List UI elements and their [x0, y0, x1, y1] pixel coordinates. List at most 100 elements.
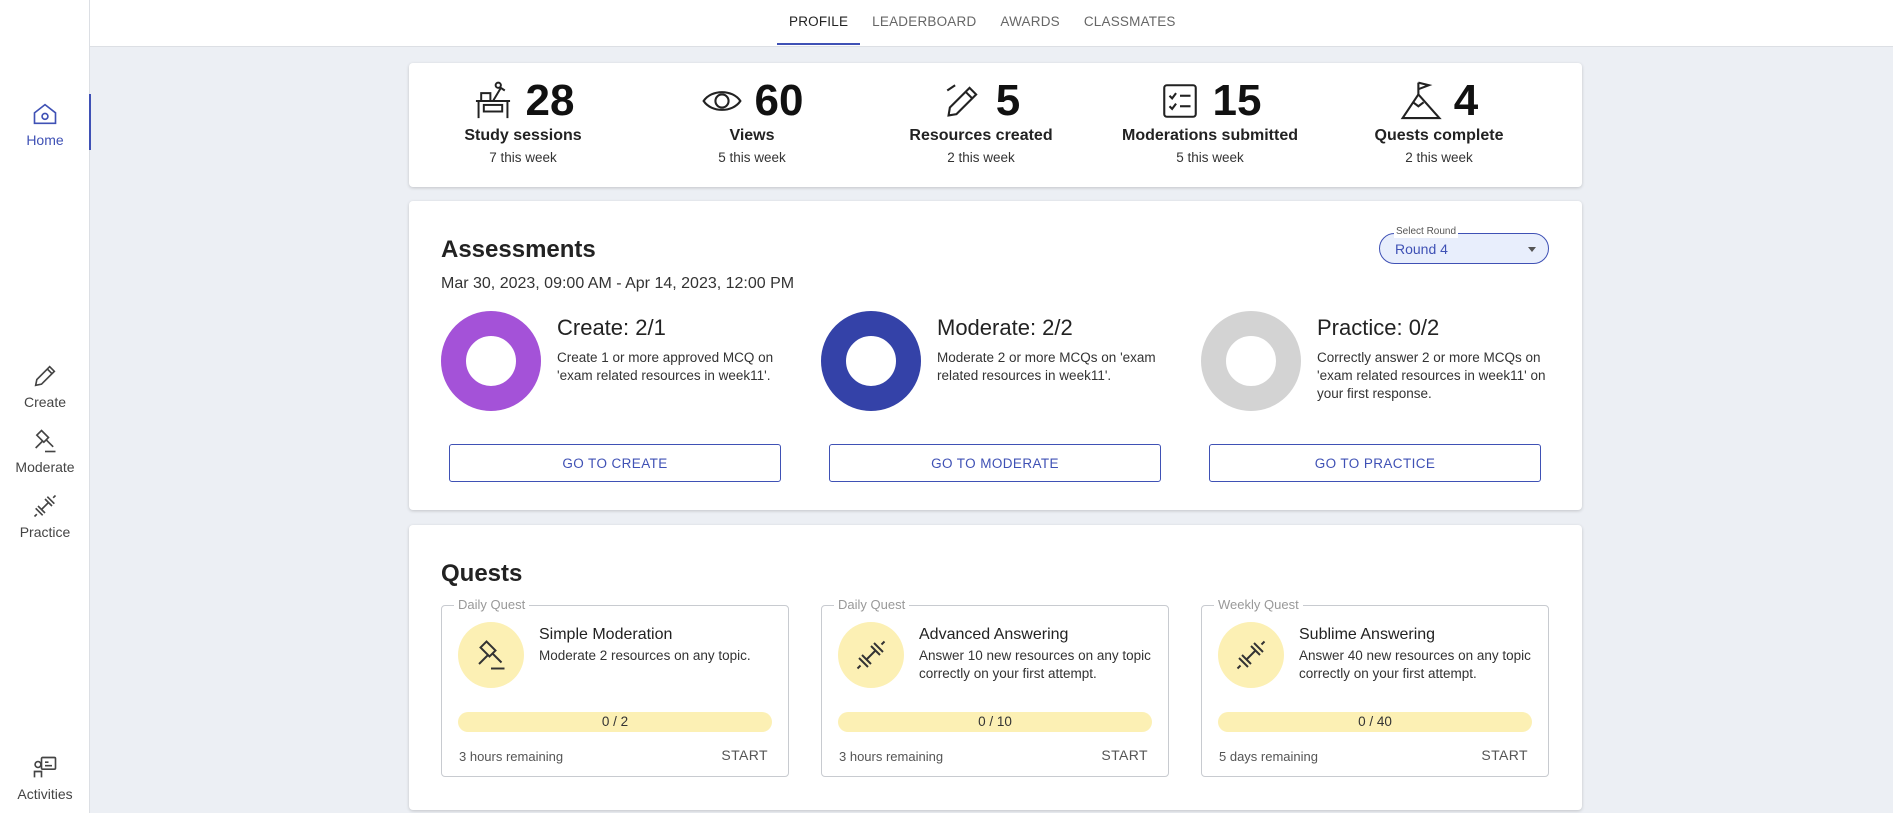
task-title: Create: 2/1 [557, 315, 666, 340]
mountain-flag-icon [1400, 81, 1442, 120]
quest-type: Daily Quest [834, 597, 910, 612]
stat-value: 60 [754, 76, 804, 125]
stat-quests-complete: 4 Quests complete 2 this week [1325, 76, 1553, 165]
stat-sub: 2 this week [947, 150, 1015, 165]
stats-card: 28 Study sessions 7 this week 60 Views 5… [409, 63, 1582, 187]
chevron-down-icon [1528, 247, 1536, 252]
quest-title: Simple Moderation [539, 626, 673, 643]
task-description: Correctly answer 2 or more MCQs on 'exam… [1317, 350, 1546, 401]
pencil-icon [34, 365, 56, 387]
progress-ring [1201, 311, 1301, 411]
quest-progress-text: 0 / 40 [1358, 714, 1392, 729]
eye-icon [701, 91, 742, 111]
sidebar-item-create[interactable]: Create [0, 362, 90, 410]
stat-sub: 5 this week [718, 150, 786, 165]
quest-progress-text: 0 / 10 [978, 714, 1012, 729]
sidebar-item-moderate[interactable]: Moderate [0, 427, 90, 475]
quest-time-remaining: 3 hours remaining [839, 749, 944, 764]
quests-card: Quests Daily Quest Simple Moderation Mod… [409, 525, 1582, 810]
sidebar-item-label: Activities [17, 786, 73, 802]
tab-leaderboard[interactable]: LEADERBOARD [860, 0, 988, 47]
quest-title: Sublime Answering [1299, 626, 1436, 643]
stat-label: Views [729, 127, 775, 144]
quest-card: Weekly Quest Sublime Answering Answer 40… [1201, 597, 1549, 777]
sidebar-item-label: Practice [19, 524, 71, 540]
assessments-card: Assessments Mar 30, 2023, 09:00 AM - Apr… [409, 201, 1582, 510]
quest-progress-bar: 0 / 40 [1218, 712, 1532, 732]
activities-icon [33, 756, 57, 778]
quest-card: Daily Quest Simple Moderation Moderate 2… [441, 597, 789, 777]
quest-avatar [838, 622, 904, 688]
tab-awards[interactable]: AWARDS [988, 0, 1071, 47]
sidebar-item-label: Create [23, 394, 67, 410]
sidebar-item-home[interactable]: Home [0, 94, 91, 150]
quests-title: Quests [441, 560, 523, 587]
quest-progress-bar: 0 / 2 [458, 712, 772, 732]
quest-avatar [1218, 622, 1284, 688]
dumbbell-icon [33, 494, 57, 518]
task-title: Moderate: 2/2 [937, 315, 1073, 340]
stat-value: 15 [1212, 76, 1262, 125]
quest-card: Daily Quest Advanced Answering Answer 10… [821, 597, 1169, 777]
quest-description: Moderate 2 resources on any topic. [539, 648, 751, 663]
sidebar-item-practice[interactable]: Practice [0, 492, 90, 540]
stat-label: Quests complete [1374, 127, 1504, 144]
dumbbell-icon [1236, 640, 1266, 670]
stat-sub: 2 this week [1405, 150, 1473, 165]
task-practice: Practice: 0/2 Correctly answer 2 or more… [1201, 311, 1546, 491]
tab-profile[interactable]: PROFILE [777, 0, 861, 47]
task-create: Create: 2/1 Create 1 or more approved MC… [441, 311, 781, 491]
stat-value: 4 [1453, 76, 1479, 125]
task-description: Create 1 or more approved MCQ on 'exam r… [557, 350, 774, 383]
progress-ring [441, 311, 541, 411]
quest-progress-bar: 0 / 10 [838, 712, 1152, 732]
go-to-create-button[interactable]: GO TO CREATE [449, 444, 781, 482]
tab-classmates[interactable]: CLASSMATES [1072, 0, 1188, 47]
gavel-icon [35, 429, 56, 453]
sidebar-item-activities[interactable]: Activities [0, 754, 90, 802]
stat-value: 5 [995, 76, 1021, 125]
assessments-title: Assessments [441, 236, 596, 263]
go-to-moderate-button[interactable]: GO TO MODERATE [829, 444, 1161, 482]
quest-start-button[interactable]: START [721, 747, 768, 763]
sidebar-item-label: Moderate [15, 459, 75, 475]
pencil-icon [946, 84, 978, 117]
quest-time-remaining: 5 days remaining [1219, 749, 1318, 764]
quest-description: Answer 40 new resources on any topic cor… [1299, 648, 1531, 681]
go-to-practice-button[interactable]: GO TO PRACTICE [1209, 444, 1541, 482]
stat-label: Resources created [909, 127, 1053, 144]
quest-type: Weekly Quest [1214, 597, 1303, 612]
quest-start-button[interactable]: START [1481, 747, 1528, 763]
assessment-date-range: Mar 30, 2023, 09:00 AM - Apr 14, 2023, 1… [441, 275, 795, 292]
stat-sub: 7 this week [489, 150, 557, 165]
quest-description: Answer 10 new resources on any topic cor… [919, 648, 1151, 681]
quest-progress-text: 0 / 2 [601, 714, 629, 729]
round-select[interactable]: Select Round Round 4 [1379, 226, 1549, 264]
progress-ring [821, 311, 921, 411]
home-icon [33, 103, 57, 125]
checklist-icon [1162, 84, 1197, 118]
dumbbell-icon [856, 640, 886, 670]
stat-label: Moderations submitted [1121, 127, 1298, 144]
task-title: Practice: 0/2 [1317, 315, 1440, 340]
stat-label: Study sessions [464, 127, 582, 144]
sidebar: Home Create Moderate Practice Activities [0, 0, 91, 813]
stat-value: 28 [525, 76, 575, 125]
sidebar-item-label: Home [26, 132, 64, 148]
round-select-value: Round 4 [1395, 241, 1448, 257]
task-description: Moderate 2 or more MCQs on 'exam related… [937, 350, 1156, 383]
stat-views: 60 Views 5 this week [638, 76, 866, 165]
task-moderate: Moderate: 2/2 Moderate 2 or more MCQs on… [821, 311, 1161, 491]
quest-avatar [458, 622, 524, 688]
top-bar: PROFILE LEADERBOARD AWARDS CLASSMATES [90, 0, 1893, 47]
stat-resources-created: 5 Resources created 2 this week [867, 76, 1095, 165]
quest-title: Advanced Answering [919, 626, 1069, 643]
quest-type: Daily Quest [454, 597, 530, 612]
stat-moderations-submitted: 15 Moderations submitted 5 this week [1096, 76, 1324, 165]
tab-bar: PROFILE LEADERBOARD AWARDS CLASSMATES [777, 0, 1188, 47]
stat-study-sessions: 28 Study sessions 7 this week [409, 76, 637, 165]
study-desk-icon [475, 81, 510, 119]
quest-time-remaining: 3 hours remaining [459, 749, 564, 764]
quest-start-button[interactable]: START [1101, 747, 1148, 763]
gavel-icon [478, 640, 505, 670]
